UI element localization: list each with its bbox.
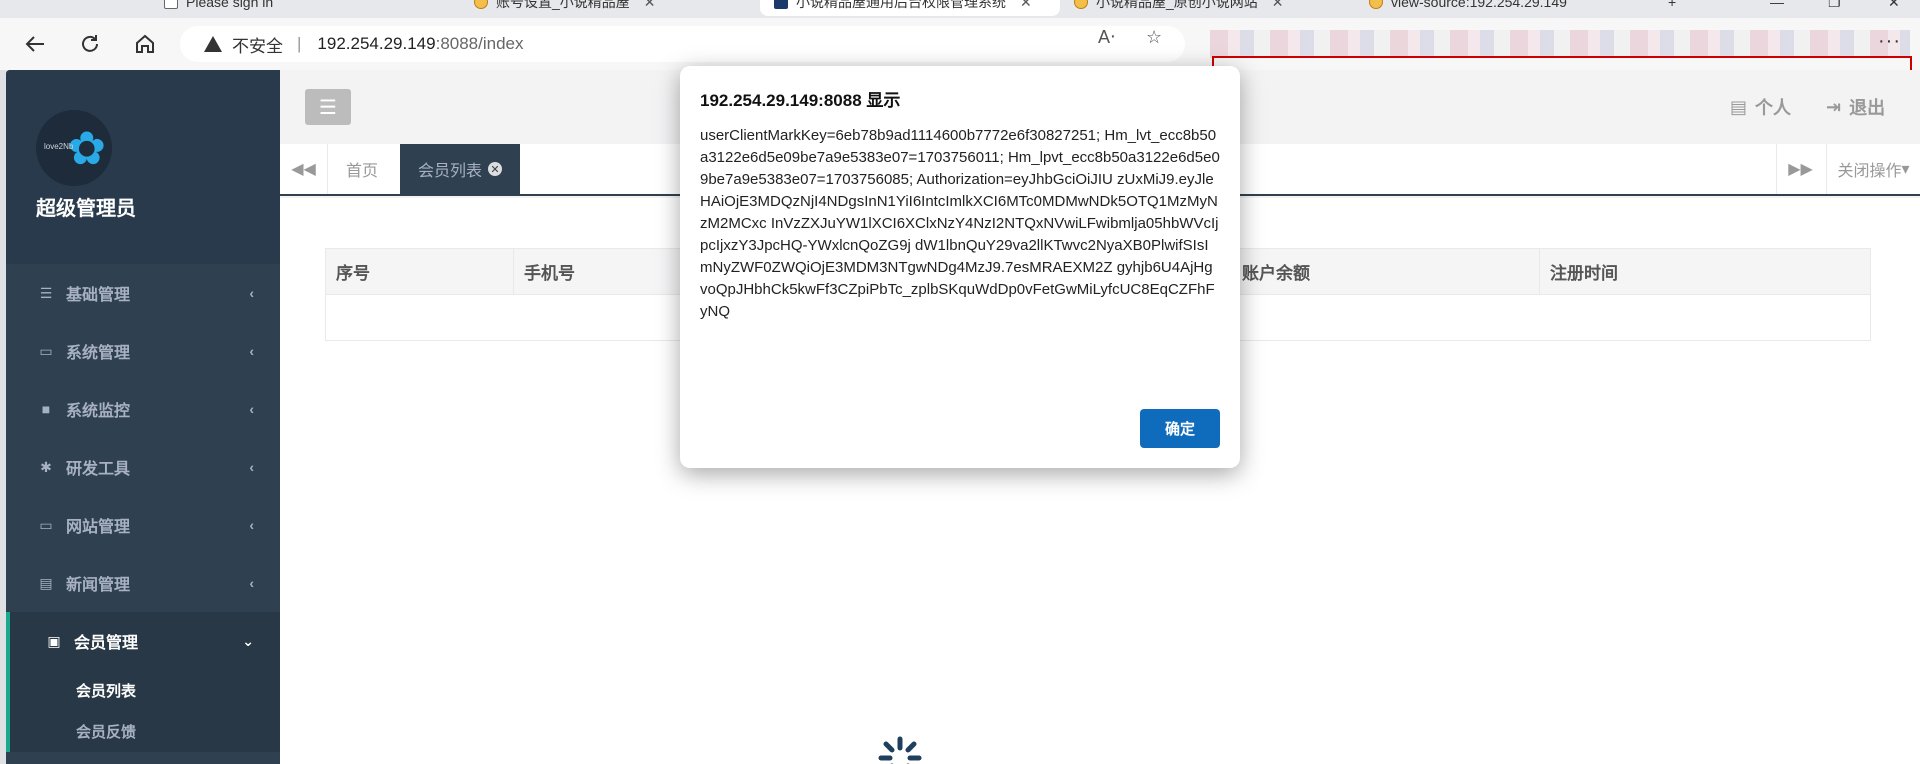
sidebar-item-system[interactable]: ▭ 系统管理 ‹ xyxy=(6,322,280,380)
members-submenu: 会员列表 会员反馈 xyxy=(6,670,280,752)
read-aloud-icon[interactable]: A‧ xyxy=(1098,27,1116,48)
monitor-icon: ▭ xyxy=(39,516,53,533)
obscured-extensions xyxy=(1210,30,1910,58)
sidebar-subitem-member-feedback[interactable]: 会员反馈 xyxy=(76,711,280,752)
document-icon xyxy=(164,0,178,9)
chevron-left-icon: ‹ xyxy=(249,517,254,533)
sidebar-item-website[interactable]: ▭ 网站管理 ‹ xyxy=(6,496,280,554)
logout-link[interactable]: ⇥ 退出 xyxy=(1826,94,1885,120)
avatar[interactable]: love2Nb ✿ xyxy=(36,110,112,186)
close-operations-dropdown[interactable]: 关闭操作 ▾ xyxy=(1826,144,1920,194)
chevron-down-icon: ⌄ xyxy=(242,632,254,649)
newspaper-icon: ▤ xyxy=(39,574,53,591)
caret-down-icon: ▾ xyxy=(1901,161,1910,178)
sidebar: love2Nb ✿ 超级管理员 ☰ 基础管理 ‹ ▭ 系统管理 ‹ ■ 系统监控… xyxy=(6,70,280,764)
site-favicon-icon xyxy=(474,0,488,9)
sidebar-subitem-member-list[interactable]: 会员列表 xyxy=(76,670,280,711)
address-bar: 不安全 | 192.254.29.149:8088/index A‧ ☆ ··· xyxy=(0,18,1920,96)
site-favicon-icon xyxy=(774,0,788,9)
dialog-message: userClientMarkKey=6eb78b9ad1114600b7772e… xyxy=(700,127,1220,320)
column-header[interactable]: 注册时间 xyxy=(1539,248,1871,295)
user-role: 超级管理员 xyxy=(36,198,136,220)
browser-tab-active[interactable]: 小说精品屋通用后台权限管理系统 ✕ xyxy=(760,0,1060,16)
id-card-icon: ▤ xyxy=(1730,96,1748,117)
minimize-icon[interactable]: — xyxy=(1770,0,1784,10)
close-icon[interactable]: ✕ xyxy=(644,0,656,11)
new-tab-icon[interactable]: + xyxy=(1668,0,1676,10)
sign-out-icon: ⇥ xyxy=(1826,96,1842,117)
list-icon: ☰ xyxy=(39,284,53,301)
cog-icon: ✱ xyxy=(40,458,52,475)
close-icon[interactable]: ✕ xyxy=(1272,0,1284,11)
ok-button[interactable]: 确定 xyxy=(1140,409,1220,448)
chevron-left-icon: ‹ xyxy=(249,343,254,359)
more-icon[interactable]: ··· xyxy=(1878,30,1901,53)
id-card-icon: ▣ xyxy=(47,632,61,649)
column-header[interactable]: 账户余额 xyxy=(1231,248,1540,295)
menu-toggle-button[interactable]: ☰ xyxy=(305,89,351,125)
url-path: :8088/index xyxy=(435,34,524,53)
dialog-title: 192.254.29.149:8088 显示 xyxy=(700,91,901,110)
window-close-icon[interactable]: ✕ xyxy=(1888,0,1900,11)
sidebar-header: love2Nb ✿ 超级管理员 xyxy=(6,70,280,264)
site-favicon-icon xyxy=(1074,0,1088,9)
site-favicon-icon xyxy=(1369,0,1383,9)
close-icon[interactable]: ✕ xyxy=(1020,0,1032,11)
tabs-next-button[interactable]: ▶▶ xyxy=(1776,144,1824,194)
url-host: 192.254.29.149 xyxy=(317,34,436,53)
star-icon[interactable]: ☆ xyxy=(1146,27,1162,48)
video-camera-icon: ■ xyxy=(41,401,51,417)
back-arrow-icon[interactable] xyxy=(22,31,48,57)
personal-link[interactable]: ▤ 个人 xyxy=(1730,94,1791,120)
tabs-prev-button[interactable]: ◀◀ xyxy=(280,144,328,194)
close-tab-icon[interactable]: ✕ xyxy=(488,162,503,176)
refresh-icon[interactable] xyxy=(77,31,103,57)
sidebar-item-devtools[interactable]: ✱ 研发工具 ‹ xyxy=(6,438,280,496)
chevron-left-icon: ‹ xyxy=(249,575,254,591)
loading-spinner-icon xyxy=(878,736,922,764)
sidebar-item-members[interactable]: ▣ 会员管理 ⌄ xyxy=(6,612,280,670)
desktop-icon: ▭ xyxy=(39,342,53,359)
chevron-left-icon: ‹ xyxy=(249,459,254,475)
column-header[interactable]: 手机号 xyxy=(513,248,702,295)
browser-tab[interactable]: Please sign in xyxy=(150,0,287,16)
separator: | xyxy=(297,34,302,53)
url-input[interactable]: 不安全 | 192.254.29.149:8088/index xyxy=(180,26,1185,62)
sidebar-item-news[interactable]: ▤ 新闻管理 ‹ xyxy=(6,554,280,612)
tab-home[interactable]: 首页 xyxy=(328,144,396,194)
sidebar-item-basic[interactable]: ☰ 基础管理 ‹ xyxy=(6,264,280,322)
tab-member-list[interactable]: 会员列表 ✕ xyxy=(400,144,521,194)
restore-icon[interactable]: ❐ xyxy=(1828,0,1841,11)
insecure-label[interactable]: 不安全 xyxy=(232,32,283,57)
chevron-left-icon: ‹ xyxy=(249,285,254,301)
browser-tab[interactable]: view-source:192.254.29.149 xyxy=(1355,0,1581,16)
sidebar-item-monitor[interactable]: ■ 系统监控 ‹ xyxy=(6,380,280,438)
browser-tab[interactable]: 小说精品屋_原创小说网站 ✕ xyxy=(1060,0,1298,16)
browser-tab[interactable]: 账号设置_小说精品屋 ✕ xyxy=(460,0,670,16)
alert-dialog: 192.254.29.149:8088 显示 userClientMarkKey… xyxy=(680,66,1240,468)
chevron-left-icon: ‹ xyxy=(249,401,254,417)
warning-icon xyxy=(204,36,222,52)
browser-tabstrip: Please sign in 账号设置_小说精品屋 ✕ 小说精品屋通用后台权限管… xyxy=(0,0,1920,18)
home-icon[interactable] xyxy=(132,31,158,57)
column-header[interactable]: 序号 xyxy=(325,248,514,295)
